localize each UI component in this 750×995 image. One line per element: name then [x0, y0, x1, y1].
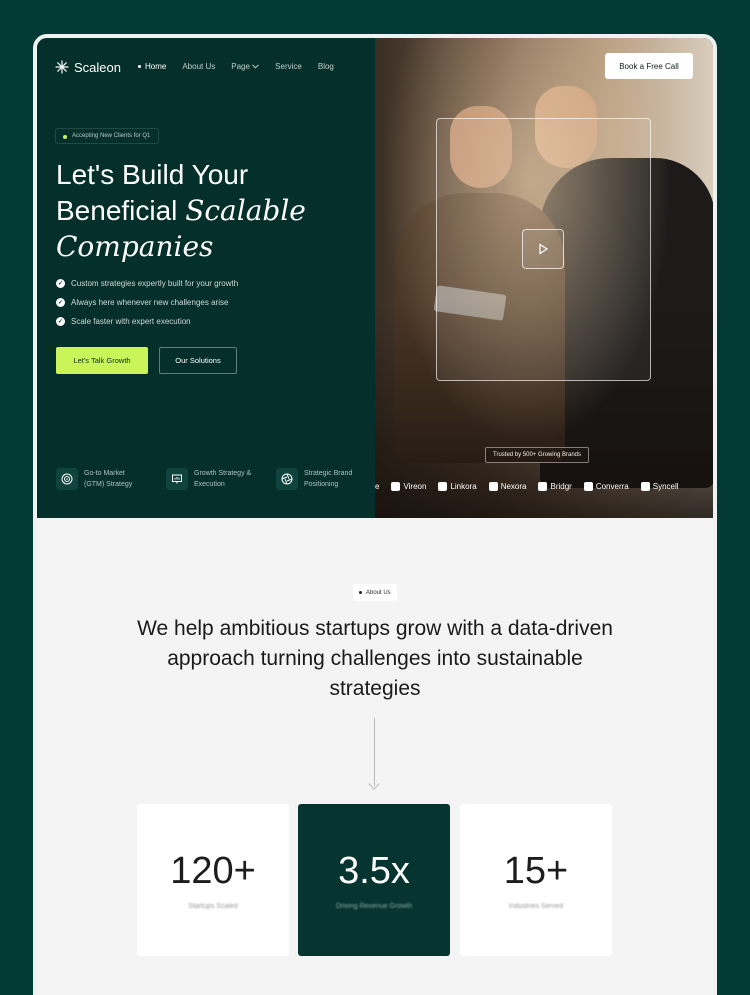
stat-value: 120+ [170, 850, 256, 892]
brand-mark-icon [640, 481, 650, 491]
brand-mark-icon [488, 481, 498, 491]
feature-item: Go-to Market (GTM) Strategy [56, 468, 146, 490]
brand-name: Vireon [403, 481, 427, 491]
nav-item-blog[interactable]: Blog [318, 62, 334, 71]
brand-name: Converra [595, 481, 629, 491]
browser-frame: Scaleon Home About Us Page Service Blog … [33, 34, 717, 995]
headline-italic-2: Companies [56, 230, 214, 263]
nav-links: Home About Us Page Service Blog [138, 62, 334, 71]
hero-section: Scaleon Home About Us Page Service Blog … [37, 38, 713, 518]
brand-logo: Bridgr [538, 481, 572, 491]
stat-value: 3.5x [338, 850, 410, 892]
nav-item-service[interactable]: Service [275, 62, 302, 71]
logo[interactable]: Scaleon [55, 60, 121, 75]
feature-text: Strategic Brand Positioning [304, 470, 353, 488]
stat-card: 15+ Industries Served [460, 804, 612, 956]
feature-item: Growth Strategy & Execution [166, 468, 256, 490]
check-icon: ✓ [56, 317, 65, 326]
headline-line-1: Let's Build Your [56, 159, 249, 190]
brand-name: e [375, 481, 380, 491]
stat-label: Startups Scaled [188, 903, 238, 910]
status-badge: Accepting New Clients for Q1 [55, 128, 160, 144]
nav-item-label: Home [145, 62, 167, 71]
benefit-text: Scale faster with expert execution [71, 317, 191, 326]
feature-text: Go-to Market (GTM) Strategy [84, 470, 133, 488]
active-dot [138, 65, 141, 69]
brand-mark-icon [538, 481, 548, 491]
brand-mark-icon [391, 481, 401, 491]
book-call-button[interactable]: Book a Free Call [605, 53, 693, 79]
stat-card-highlight: 3.5x Driving Revenue Growth [298, 804, 450, 956]
nav-item-label: Page [231, 62, 250, 71]
feature-text: Growth Strategy & Execution [194, 470, 252, 488]
nav-item-home[interactable]: Home [138, 62, 166, 71]
chevron-down-icon [252, 64, 260, 69]
brand-logo: Converra [583, 481, 629, 491]
play-icon [539, 243, 549, 255]
brand-name: Nexora [500, 481, 527, 491]
stat-card: 120+ Startups Scaled [137, 804, 289, 956]
brand-name: Linkora [450, 481, 477, 491]
brand-mark-icon [438, 481, 448, 491]
benefit-item: ✓ Custom strategies expertly built for yo… [56, 274, 238, 293]
trusted-badge: Trusted by 500+ Growing Brands [485, 447, 589, 463]
benefit-text: Always here whenever new challenges aris… [71, 298, 229, 307]
stat-value: 15+ [503, 850, 569, 892]
headline-italic-1: Scalable [185, 194, 306, 227]
brand-logo: e [375, 482, 379, 491]
logo-text: Scaleon [74, 59, 121, 75]
stat-label: Industries Served [508, 903, 564, 910]
feature-list: Go-to Market (GTM) Strategy Growth Strat… [56, 468, 366, 490]
brand-logo: Linkora [438, 481, 477, 491]
headline-line-2: Beneficial [56, 195, 178, 226]
brand-mark-icon [583, 481, 593, 491]
brand-logo: Nexora [488, 481, 527, 491]
sparkle-logo-icon [55, 60, 69, 74]
lets-talk-growth-button[interactable]: Let's Talk Growth [56, 347, 148, 374]
about-us-pill: About Us [353, 584, 397, 601]
nav-item-about[interactable]: About Us [182, 62, 215, 71]
brand-name: Bridgr [550, 481, 572, 491]
check-icon: ✓ [56, 298, 65, 307]
benefit-item: ✓ Always here whenever new challenges ari… [56, 293, 238, 312]
benefit-item: ✓ Scale faster with expert execution [56, 312, 238, 331]
target-icon [56, 468, 78, 490]
arrow-down-icon [368, 778, 380, 790]
hero-headline: Let's Build Your Beneficial Scalable Com… [56, 157, 366, 265]
aperture-icon [276, 468, 298, 490]
benefit-text: Custom strategies expertly built for you… [71, 279, 239, 288]
brand-logo: Vireon [391, 481, 427, 491]
benefit-list: ✓ Custom strategies expertly built for yo… [56, 274, 238, 331]
nav-item-page[interactable]: Page [231, 62, 260, 71]
top-nav: Scaleon [55, 38, 121, 96]
play-button[interactable] [522, 229, 564, 269]
check-icon: ✓ [56, 279, 65, 288]
about-statement: We help ambitious startups grow with a d… [137, 617, 613, 700]
down-arrow-line [374, 718, 375, 786]
hero-photo [375, 38, 713, 518]
brand-name: Syncell [652, 481, 679, 491]
our-solutions-button[interactable]: Our Solutions [159, 347, 237, 374]
presentation-chart-icon [166, 468, 188, 490]
brand-marquee: e Vireon Linkora Nexora Bridgr Converra … [375, 476, 713, 496]
brand-logo: Syncell [640, 481, 679, 491]
feature-item: Strategic Brand Positioning [276, 468, 366, 490]
stat-label: Driving Revenue Growth [335, 903, 413, 910]
